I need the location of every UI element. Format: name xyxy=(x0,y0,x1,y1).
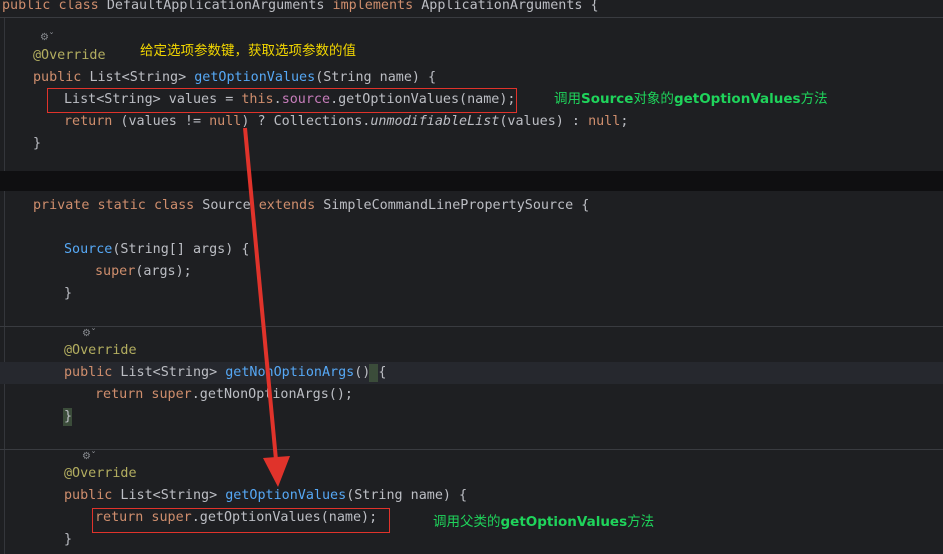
arrow-shaft xyxy=(243,127,278,461)
arrow-head xyxy=(263,456,290,487)
red-arrow-overlay xyxy=(243,127,290,487)
